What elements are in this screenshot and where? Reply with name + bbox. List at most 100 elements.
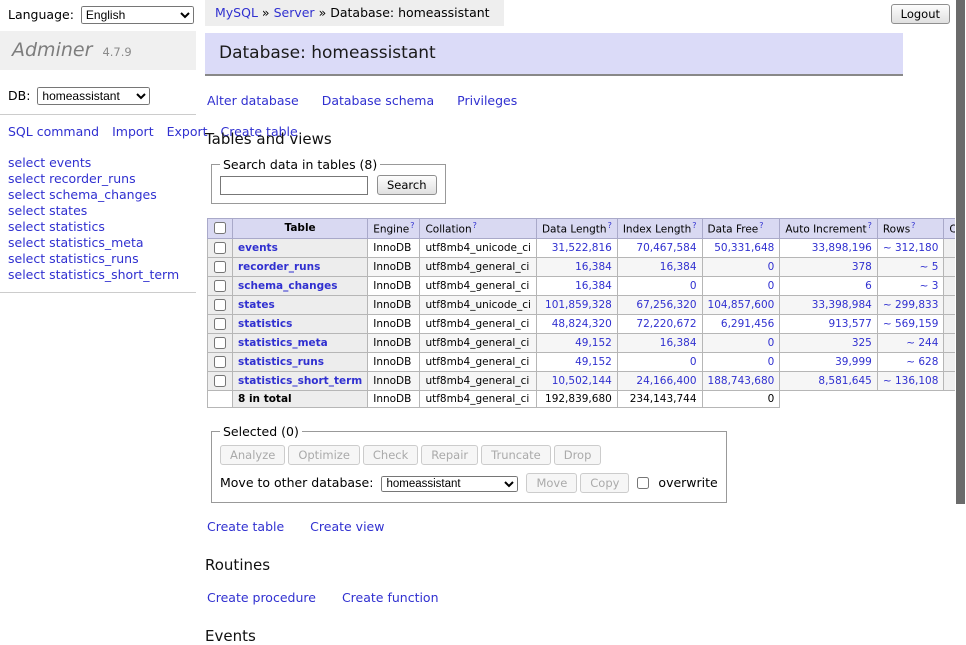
help-link-engine[interactable]: ?	[410, 221, 414, 230]
rows-count-link[interactable]: ~ 299,833	[883, 299, 939, 311]
table-name-cell: statistics	[233, 314, 368, 333]
row-checkbox-schema_changes[interactable]	[214, 280, 226, 292]
data-length-link[interactable]: 16,384	[542, 261, 612, 273]
index-length-link[interactable]: 0	[623, 356, 697, 368]
sidebar-link-select-statistics-short-term[interactable]: select statistics_short_term	[8, 267, 196, 283]
table-link-statistics[interactable]: statistics	[238, 318, 292, 330]
data-length-link[interactable]: 16,384	[542, 280, 612, 292]
sidebar-link-select-states[interactable]: select states	[8, 203, 196, 219]
rows-count-link[interactable]: ~ 3	[883, 280, 939, 292]
sidebar-link-select-schema-changes[interactable]: select schema_changes	[8, 187, 196, 203]
auto-increment-link[interactable]: 378	[785, 261, 872, 273]
table-link-states[interactable]: states	[238, 299, 275, 311]
help-link-data-free[interactable]: ?	[759, 221, 763, 230]
sidebar-link-select-recorder-runs[interactable]: select recorder_runs	[8, 171, 196, 187]
help-link-index-length[interactable]: ?	[692, 221, 696, 230]
sidebar-action-export[interactable]: Export	[167, 124, 208, 139]
data-length-link[interactable]: 49,152	[542, 337, 612, 349]
table-link-statistics_meta[interactable]: statistics_meta	[238, 337, 328, 349]
row-checkbox-statistics_runs[interactable]	[214, 356, 226, 368]
search-button[interactable]: Search	[377, 175, 437, 195]
data-free-link[interactable]: 188,743,680	[708, 375, 775, 387]
table-link-recorder_runs[interactable]: recorder_runs	[238, 261, 320, 273]
search-input[interactable]	[220, 176, 368, 195]
data-free-link[interactable]: 104,857,600	[708, 299, 775, 311]
db-action-alter-database[interactable]: Alter database	[207, 93, 299, 108]
data-free-cell: 6,291,456	[702, 314, 780, 333]
link-create-function[interactable]: Create function	[342, 590, 439, 605]
data-free-link[interactable]: 50,331,648	[708, 242, 775, 254]
data-free-link[interactable]: 0	[708, 337, 775, 349]
help-link-data-length[interactable]: ?	[608, 221, 612, 230]
db-select[interactable]: homeassistant	[37, 87, 150, 105]
sidebar-link-select-events[interactable]: select events	[8, 155, 196, 171]
table-link-statistics_runs[interactable]: statistics_runs	[238, 356, 324, 368]
index-length-link[interactable]: 16,384	[623, 337, 697, 349]
index-length-link[interactable]: 24,166,400	[623, 375, 697, 387]
auto-increment-link[interactable]: 33,898,196	[785, 242, 872, 254]
auto-increment-link[interactable]: 6	[785, 280, 872, 292]
db-action-database-schema[interactable]: Database schema	[322, 93, 434, 108]
table-link-events[interactable]: events	[238, 242, 278, 254]
scrollbar-track[interactable]	[955, 0, 966, 543]
index-length-link[interactable]: 0	[623, 280, 697, 292]
index-length-link[interactable]: 16,384	[623, 261, 697, 273]
logout-button[interactable]: Logout	[891, 4, 950, 24]
overwrite-checkbox[interactable]	[637, 477, 649, 489]
rows-count-link[interactable]: ~ 136,108	[883, 375, 939, 387]
breadcrumb-mysql-link[interactable]: MySQL	[215, 5, 258, 20]
data-free-link[interactable]: 0	[708, 261, 775, 273]
rows-count-link[interactable]: ~ 312,180	[883, 242, 939, 254]
auto-increment-cell: 325	[780, 333, 878, 352]
scrollbar-thumb[interactable]	[956, 0, 965, 504]
language-row: Language: English	[0, 0, 196, 24]
row-checkbox-statistics_short_term[interactable]	[214, 375, 226, 387]
breadcrumb-current: Database: homeassistant	[330, 5, 489, 20]
table-link-schema_changes[interactable]: schema_changes	[238, 280, 338, 292]
data-free-link[interactable]: 0	[708, 280, 775, 292]
row-checkbox-states[interactable]	[214, 299, 226, 311]
help-link-rows[interactable]: ?	[911, 221, 915, 230]
select-all-checkbox[interactable]	[214, 222, 226, 234]
rows-count-link[interactable]: ~ 569,159	[883, 318, 939, 330]
breadcrumb-server-link[interactable]: Server	[274, 5, 315, 20]
auto-increment-link[interactable]: 39,999	[785, 356, 872, 368]
db-action-privileges[interactable]: Privileges	[457, 93, 517, 108]
page-title: Database: homeassistant	[205, 33, 903, 76]
move-db-select[interactable]: homeassistant	[381, 476, 518, 492]
help-link-auto-increment[interactable]: ?	[868, 221, 872, 230]
link-create-view[interactable]: Create view	[310, 519, 384, 534]
data-length-link[interactable]: 48,824,320	[542, 318, 612, 330]
sidebar-action-import[interactable]: Import	[112, 124, 154, 139]
link-create-table[interactable]: Create table	[207, 519, 284, 534]
data-length-link[interactable]: 31,522,816	[542, 242, 612, 254]
tables-table-body: eventsInnoDButf8mb4_unicode_ci31,522,816…	[208, 238, 966, 390]
sidebar-link-select-statistics[interactable]: select statistics	[8, 219, 196, 235]
help-link-collation[interactable]: ?	[473, 221, 477, 230]
index-length-link[interactable]: 67,256,320	[623, 299, 697, 311]
row-checkbox-statistics[interactable]	[214, 318, 226, 330]
rows-count-link[interactable]: ~ 628	[883, 356, 939, 368]
row-checkbox-events[interactable]	[214, 242, 226, 254]
index-length-link[interactable]: 72,220,672	[623, 318, 697, 330]
sidebar-link-select-statistics-meta[interactable]: select statistics_meta	[8, 235, 196, 251]
auto-increment-link[interactable]: 8,581,645	[785, 375, 872, 387]
rows-count-link[interactable]: ~ 5	[883, 261, 939, 273]
data-length-link[interactable]: 101,859,328	[542, 299, 612, 311]
data-length-link[interactable]: 10,502,144	[542, 375, 612, 387]
language-select[interactable]: English	[81, 6, 194, 24]
row-checkbox-statistics_meta[interactable]	[214, 337, 226, 349]
data-length-link[interactable]: 49,152	[542, 356, 612, 368]
rows-count-link[interactable]: ~ 244	[883, 337, 939, 349]
auto-increment-link[interactable]: 325	[785, 337, 872, 349]
auto-increment-link[interactable]: 913,577	[785, 318, 872, 330]
data-free-link[interactable]: 6,291,456	[708, 318, 775, 330]
index-length-link[interactable]: 70,467,584	[623, 242, 697, 254]
sidebar-link-select-statistics-runs[interactable]: select statistics_runs	[8, 251, 196, 267]
table-link-statistics_short_term[interactable]: statistics_short_term	[238, 375, 362, 387]
auto-increment-link[interactable]: 33,398,984	[785, 299, 872, 311]
link-create-procedure[interactable]: Create procedure	[207, 590, 316, 605]
row-checkbox-recorder_runs[interactable]	[214, 261, 226, 273]
sidebar-action-sql-command[interactable]: SQL command	[8, 124, 99, 139]
data-free-link[interactable]: 0	[708, 356, 775, 368]
